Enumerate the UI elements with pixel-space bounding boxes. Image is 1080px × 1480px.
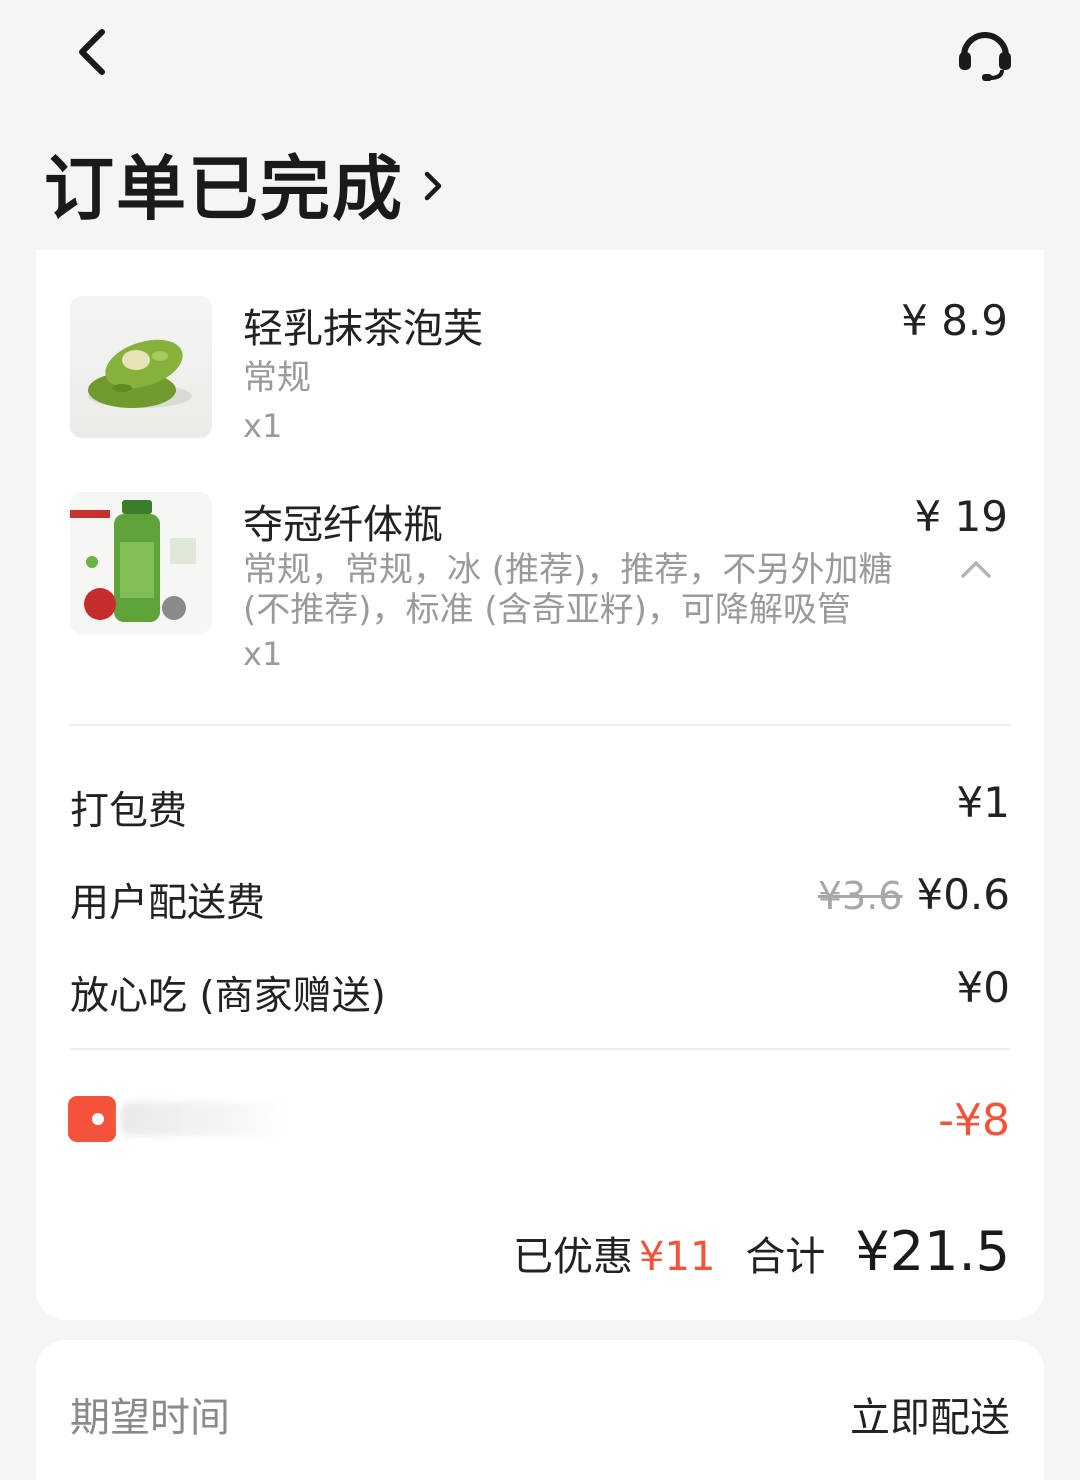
headset-icon (959, 32, 1011, 81)
saved-label: 已优惠 (513, 1234, 634, 1280)
total-amount: ¥21.5 (855, 1220, 1010, 1283)
assurance-fee-value: ¥0 (956, 963, 1010, 1012)
expected-time-value: 立即配送 (850, 1395, 1010, 1441)
divider (70, 1048, 1010, 1050)
item-name: 夺冠纤体瓶 (243, 502, 443, 548)
item-price: ¥ 19 (914, 492, 1008, 541)
order-status-title[interactable]: 订单已完成 (44, 138, 444, 230)
discount-value: -¥8 (938, 1095, 1010, 1146)
item-spec: 常规 (243, 358, 311, 398)
product-image (70, 500, 196, 622)
assurance-fee-label: 放心吃 (商家赠送) (70, 974, 386, 1019)
back-button[interactable] (62, 22, 122, 82)
page-title: 订单已完成 (44, 147, 404, 230)
product-image (88, 339, 192, 408)
original-delivery-fee: ¥3.6 (817, 874, 903, 918)
chevron-left-icon (79, 29, 105, 75)
divider (70, 724, 1010, 726)
item-price: ¥ 8.9 (901, 296, 1008, 345)
item-spec-continued: (不推荐)，标准 (含奇亚籽)，可降解吸管 (243, 590, 851, 630)
discount-label-redacted (120, 1102, 290, 1136)
saved-amount: ¥11 (639, 1234, 716, 1280)
chevron-right-icon (424, 171, 442, 201)
coupon-icon (68, 1096, 116, 1142)
item-spec: 常规，常规，冰 (推荐)，推荐，不另外加糖 (243, 550, 893, 590)
packing-fee-label: 打包费 (70, 789, 188, 834)
item-quantity: x1 (243, 407, 283, 445)
discounted-delivery-fee: ¥0.6 (916, 870, 1010, 919)
delivery-fee-label: 用户配送费 (70, 881, 266, 926)
green-juice-bottle-image[interactable] (70, 492, 212, 634)
expected-time-label: 期望时间 (70, 1395, 230, 1441)
order-detail-card: 轻乳抹茶泡芙 常规 x1 ¥ 8.9 夺冠纤体瓶 常规，常规，冰 (推荐)，推荐… (36, 250, 1044, 1320)
packing-fee-value: ¥1 (956, 778, 1010, 827)
item-name: 轻乳抹茶泡芙 (243, 306, 483, 352)
order-summary: 已优惠 ¥11 合计 ¥21.5 (513, 1220, 1010, 1283)
top-bar (0, 0, 1080, 110)
matcha-puff-image[interactable] (70, 296, 212, 438)
chevron-up-icon[interactable] (960, 558, 992, 580)
delivery-info-card: 期望时间 立即配送 (36, 1340, 1044, 1480)
customer-service-button[interactable] (952, 22, 1018, 88)
total-label: 合计 (745, 1234, 826, 1280)
delivery-fee-value: ¥3.6 ¥0.6 (818, 870, 1010, 919)
item-quantity: x1 (243, 635, 283, 673)
